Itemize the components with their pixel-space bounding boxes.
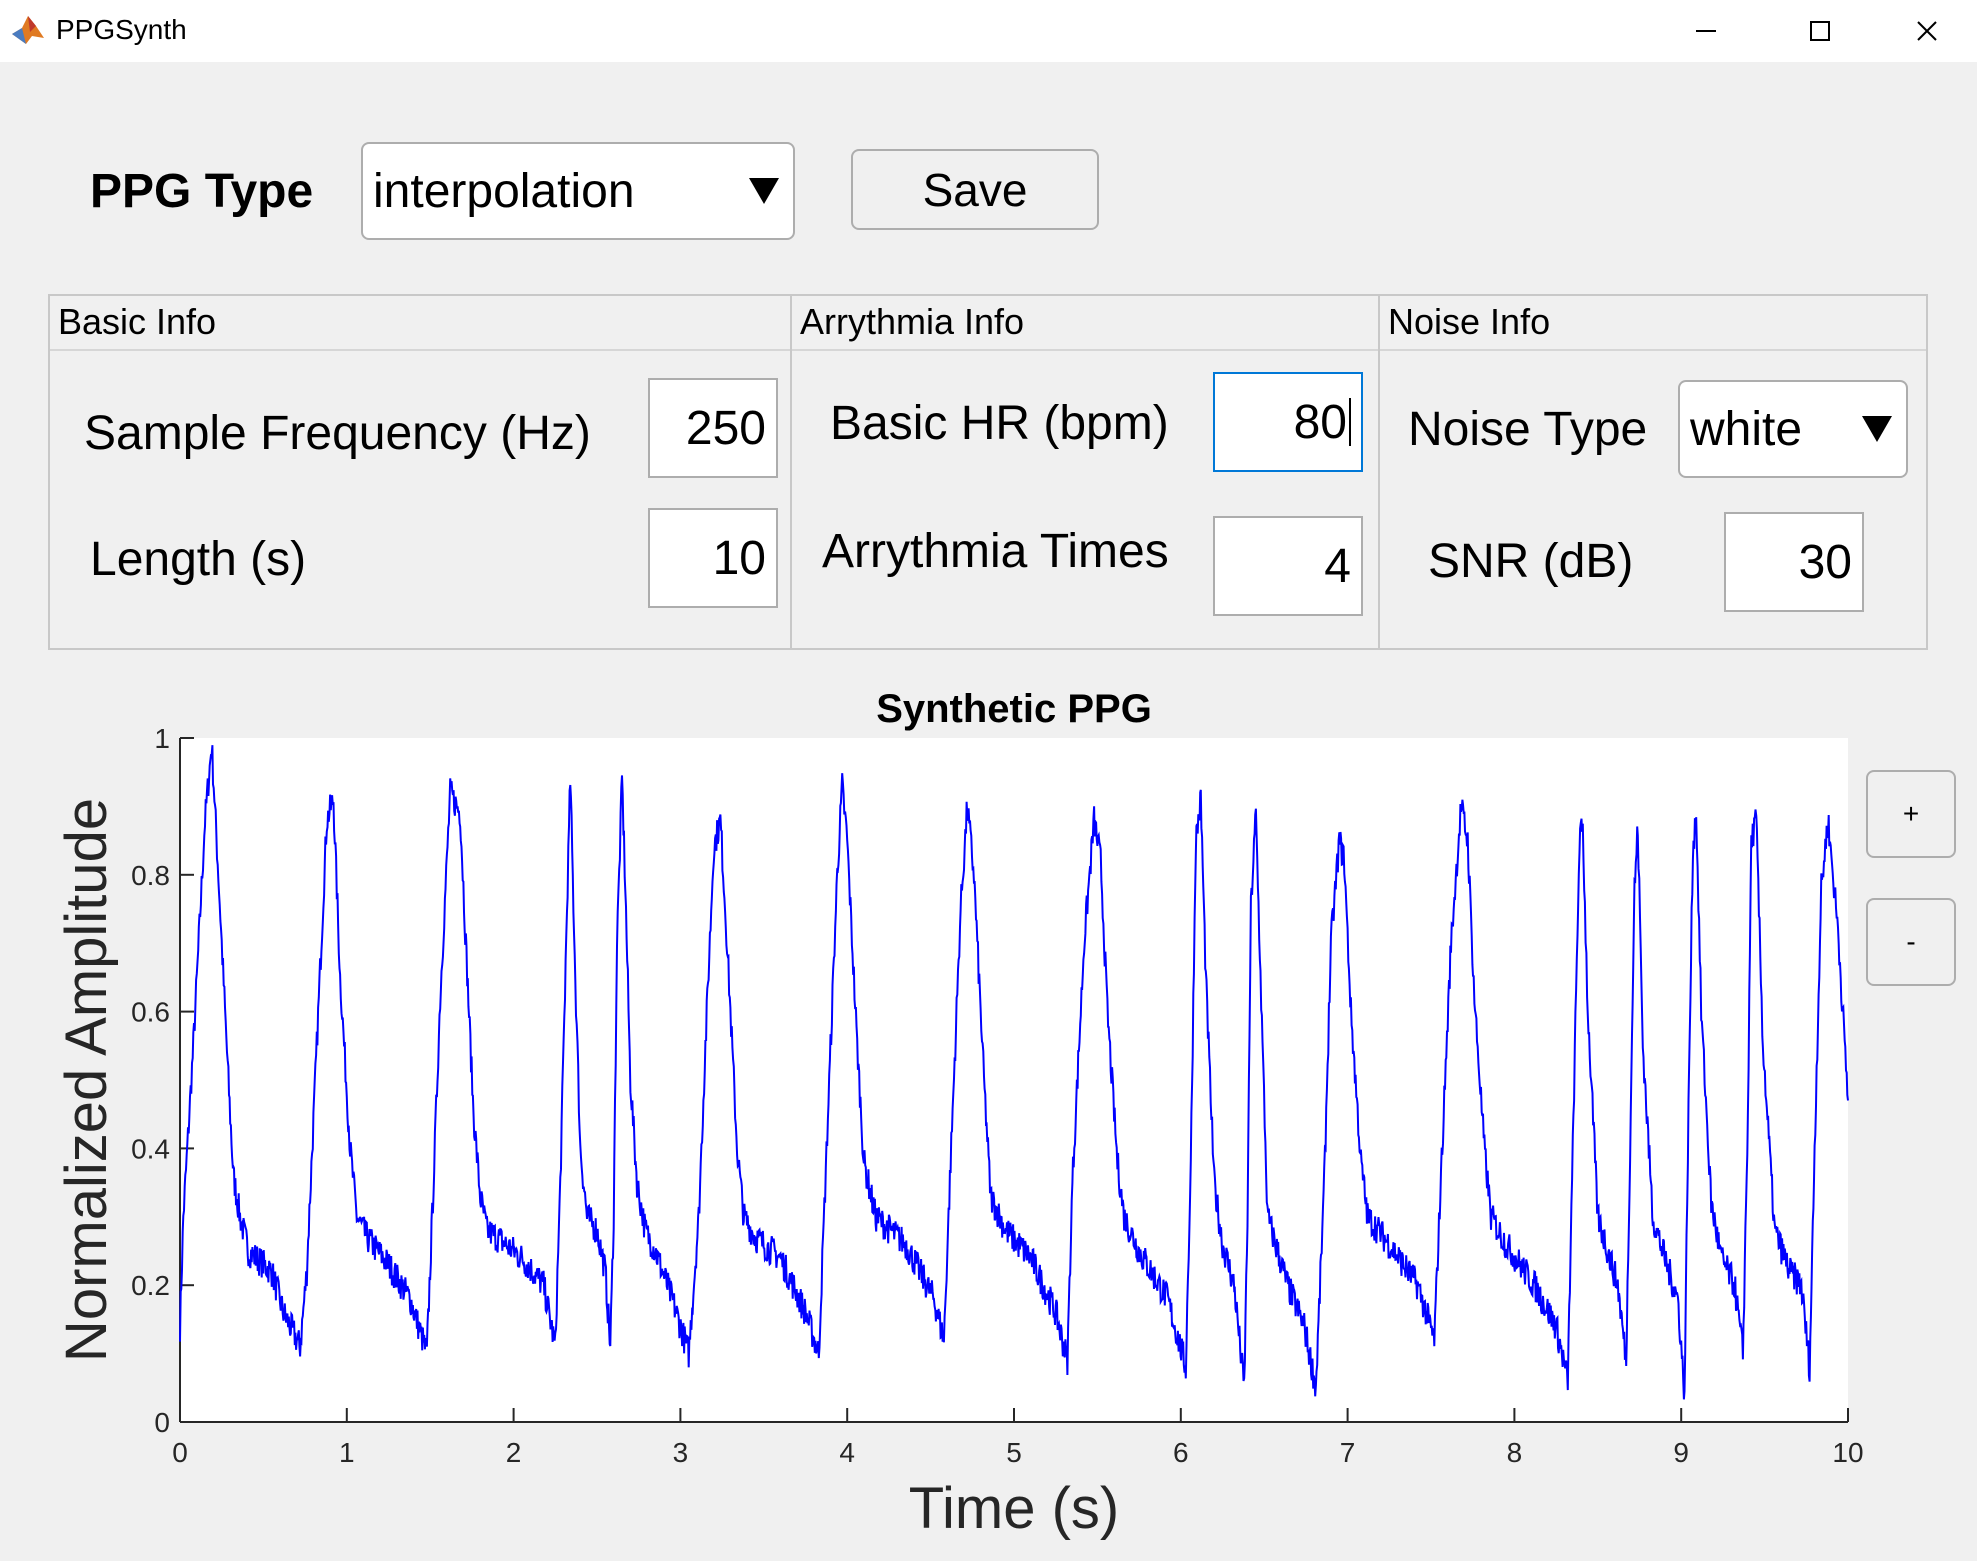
y-tick-label: 0.8	[131, 860, 170, 891]
arrythmia-times-label: Arrythmia Times	[822, 525, 1169, 578]
y-tick-label: 1	[154, 723, 170, 754]
basic-hr-label: Basic HR (bpm)	[830, 397, 1169, 450]
basic-hr-value: 80	[1293, 395, 1347, 449]
axes: 0 1 2 3 4 5 6 7 8 9 10 0 0.2 0.4 0.6 0.8 1	[131, 723, 1864, 1468]
ppg-type-dropdown[interactable]: interpolation	[361, 142, 795, 240]
ppg-chart: Synthetic PPG Time (s) Normalized Amplit…	[54, 687, 1864, 1541]
maximize-icon	[1810, 21, 1830, 41]
x-tick-label: 7	[1340, 1437, 1356, 1468]
x-tick-label: 6	[1173, 1437, 1189, 1468]
x-tick-label: 9	[1673, 1437, 1689, 1468]
minimize-button[interactable]	[1648, 0, 1764, 62]
x-tick-label: 8	[1507, 1437, 1523, 1468]
noise-type-label: Noise Type	[1408, 403, 1648, 456]
y-axis-label: Normalized Amplitude	[54, 798, 119, 1362]
x-tick-label: 2	[506, 1437, 522, 1468]
chart-title: Synthetic PPG	[876, 687, 1152, 731]
matlab-icon	[12, 16, 44, 44]
sample-frequency-field[interactable]: 250	[648, 378, 778, 478]
x-tick-label: 5	[1006, 1437, 1022, 1468]
y-tick-label: 0.2	[131, 1270, 170, 1301]
y-tick-label: 0.4	[131, 1133, 170, 1164]
basic-hr-field[interactable]: 80	[1213, 372, 1363, 472]
close-button[interactable]	[1877, 0, 1977, 62]
x-tick-label: 4	[839, 1437, 855, 1468]
text-caret	[1349, 398, 1351, 446]
arrythmia-info-title: Arrythmia Info	[792, 296, 1378, 351]
basic-info-title: Basic Info	[50, 296, 790, 351]
noise-type-value: white	[1690, 402, 1803, 456]
ppg-type-value: interpolation	[373, 164, 635, 218]
plot-area	[180, 738, 1848, 1422]
window-titlebar: PPGSynth	[0, 0, 1977, 62]
zoom-in-button[interactable]: +	[1866, 770, 1956, 858]
ppg-type-label: PPG Type	[90, 165, 314, 218]
window-title: PPGSynth	[56, 14, 187, 45]
x-tick-label: 0	[172, 1437, 188, 1468]
dropdown-arrow-icon	[1860, 382, 1894, 476]
arrythmia-times-field[interactable]: 4	[1213, 516, 1363, 616]
maximize-button[interactable]	[1762, 0, 1878, 62]
x-tick-label: 10	[1832, 1437, 1863, 1468]
save-button[interactable]: Save	[851, 149, 1099, 230]
x-tick-label: 1	[339, 1437, 355, 1468]
dropdown-arrow-icon	[747, 144, 781, 238]
ppg-line	[179, 745, 1849, 1400]
close-icon	[1917, 21, 1937, 41]
snr-label: SNR (dB)	[1428, 535, 1634, 588]
x-tick-label: 3	[673, 1437, 689, 1468]
x-axis-label: Time (s)	[909, 1476, 1119, 1541]
y-tick-label: 0.6	[131, 997, 170, 1028]
y-tick-label: 0	[154, 1407, 170, 1438]
zoom-out-button[interactable]: -	[1866, 898, 1956, 986]
noise-info-title: Noise Info	[1380, 296, 1926, 351]
minimize-icon	[1696, 30, 1716, 32]
snr-field[interactable]: 30	[1724, 512, 1864, 612]
sample-frequency-label: Sample Frequency (Hz)	[84, 407, 591, 460]
length-label: Length (s)	[90, 533, 307, 586]
length-field[interactable]: 10	[648, 508, 778, 608]
noise-type-dropdown[interactable]: white	[1678, 380, 1908, 478]
